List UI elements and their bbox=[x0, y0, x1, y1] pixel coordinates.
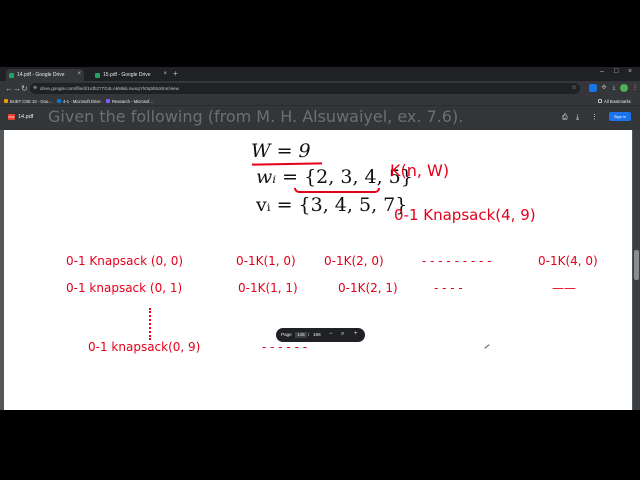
cell-0-0: 0-1 Knapsack (0, 0) bbox=[66, 254, 184, 268]
folder-icon bbox=[598, 99, 602, 103]
all-bookmarks-label: All Bookmarks bbox=[604, 98, 631, 104]
pdf-file-name: 14.pdf bbox=[18, 114, 34, 120]
reload-icon[interactable]: ↻ bbox=[21, 83, 28, 94]
site-info-icon[interactable]: ⊜ bbox=[33, 83, 37, 94]
page-zoom-control: Page 145 / 196 − ⌕ + bbox=[276, 328, 365, 342]
row-dashes: - - - - bbox=[434, 281, 463, 295]
page-heading-partial: Given the following (from M. H. Alsuwaiy… bbox=[48, 107, 464, 126]
cell-2-0: 0-1K(2, 0) bbox=[324, 254, 384, 268]
bracket-stroke bbox=[294, 188, 380, 193]
minimize-icon[interactable]: – bbox=[600, 68, 604, 75]
vertical-scrollbar[interactable] bbox=[633, 130, 640, 410]
bookmark-item[interactable]: BUET CSE 10 - Goo... bbox=[4, 97, 52, 105]
all-bookmarks[interactable]: All Bookmarks bbox=[598, 97, 631, 105]
forward-icon[interactable]: → bbox=[13, 83, 21, 94]
drive-icon bbox=[9, 72, 14, 78]
back-icon[interactable]: ← bbox=[5, 83, 13, 94]
close-window-icon[interactable]: × bbox=[628, 68, 632, 75]
page-separator: / bbox=[308, 332, 310, 337]
bookmark-favicon bbox=[106, 99, 110, 103]
browser-toolbar: ← → ↻ ⊜ drive.google.com/file/d/1rdh277G… bbox=[0, 81, 640, 96]
drive-icon bbox=[95, 72, 100, 78]
zoom-search-icon[interactable]: ⌕ bbox=[341, 331, 344, 337]
cell-0-1: 0-1 knapsack (0, 1) bbox=[66, 281, 183, 295]
cell-4-0: 0-1K(4, 0) bbox=[538, 254, 598, 268]
close-tab-icon[interactable]: × bbox=[77, 71, 81, 77]
download-icon[interactable]: ⤓ bbox=[610, 84, 618, 92]
download-icon[interactable]: ⤓ bbox=[576, 114, 579, 121]
tab-title: 14.pdf - Google Drive bbox=[17, 72, 65, 78]
row-dashes: - - - - - - bbox=[262, 340, 308, 354]
cell-1-1: 0-1K(1, 1) bbox=[238, 281, 298, 295]
vertical-ellipsis bbox=[149, 308, 151, 340]
bookmark-label: BUET CSE 10 - Goo... bbox=[10, 98, 52, 104]
row-dashes: - - - - - - - - - bbox=[422, 254, 492, 268]
page-label: Page bbox=[281, 332, 292, 337]
w-capacity-line: W = 9 bbox=[251, 140, 311, 162]
zoom-in-icon[interactable]: + bbox=[354, 331, 358, 337]
annotation-k-n-w: K(n, W) bbox=[390, 161, 450, 180]
page-number-input[interactable]: 145 bbox=[295, 332, 307, 338]
menu-icon[interactable]: ⋮ bbox=[631, 84, 639, 92]
row-dash-end: —— bbox=[552, 281, 576, 295]
weights-label: wᵢ = bbox=[256, 166, 305, 188]
extensions-puzzle-icon[interactable]: ✣ bbox=[600, 84, 608, 92]
tab-15pdf[interactable]: 15.pdf - Google Drive × bbox=[92, 69, 170, 81]
tab-strip: 14.pdf - Google Drive × 15.pdf - Google … bbox=[0, 67, 640, 81]
annotation-knapsack-4-9: 0-1 Knapsack(4, 9) bbox=[394, 206, 536, 224]
close-tab-icon[interactable]: × bbox=[163, 71, 167, 77]
screen: 14.pdf - Google Drive × 15.pdf - Google … bbox=[0, 0, 640, 480]
zoom-out-icon[interactable]: − bbox=[329, 331, 333, 337]
sign-in-button[interactable]: Sign in bbox=[609, 112, 631, 121]
bookmark-favicon bbox=[57, 99, 61, 103]
new-tab-button[interactable]: + bbox=[173, 69, 178, 79]
cell-2-1: 0-1K(2, 1) bbox=[338, 281, 398, 295]
pen-cursor bbox=[484, 344, 490, 349]
pdf-toolbar: Given the following (from M. H. Alsuwaiy… bbox=[0, 106, 640, 130]
cell-1-0: 0-1K(1, 0) bbox=[236, 254, 296, 268]
page-total: 196 bbox=[313, 332, 321, 337]
star-icon[interactable]: ☆ bbox=[570, 84, 578, 92]
address-bar[interactable]: ⊜ drive.google.com/file/d/1rdh277G4LAkMk… bbox=[30, 83, 580, 94]
bookmark-item[interactable]: 4-1 - Microsoft Drive bbox=[57, 97, 101, 105]
print-icon[interactable]: ⎙ bbox=[562, 114, 568, 121]
extension-icon[interactable] bbox=[589, 84, 597, 92]
bookmark-label: 4-1 - Microsoft Drive bbox=[63, 98, 101, 104]
browser-window: 14.pdf - Google Drive × 15.pdf - Google … bbox=[0, 67, 640, 410]
pdf-file-icon: PDF bbox=[8, 114, 15, 120]
bookmark-item[interactable]: Research - Microsof... bbox=[106, 97, 153, 105]
pdf-viewer: W = 9 wᵢ = {2, 3, 4, 5} vᵢ = {3, 4, 5, 7… bbox=[0, 130, 640, 410]
maximize-icon[interactable]: □ bbox=[614, 68, 618, 75]
tab-14pdf[interactable]: 14.pdf - Google Drive × bbox=[6, 69, 84, 81]
values-line: vᵢ = {3, 4, 5, 7} bbox=[256, 194, 408, 216]
url-text: drive.google.com/file/d/1rdh277G4LAkMkii… bbox=[40, 86, 179, 91]
cell-0-9: 0-1 knapsack(0, 9) bbox=[88, 340, 201, 354]
bookmark-label: Research - Microsof... bbox=[112, 98, 153, 104]
pdf-page: W = 9 wᵢ = {2, 3, 4, 5} vᵢ = {3, 4, 5, 7… bbox=[4, 130, 632, 410]
avatar[interactable] bbox=[620, 84, 628, 92]
scroll-thumb[interactable] bbox=[634, 250, 639, 280]
bookmark-favicon bbox=[4, 99, 8, 103]
bookmarks-bar: BUET CSE 10 - Goo... 4-1 - Microsoft Dri… bbox=[0, 96, 640, 106]
tab-title: 15.pdf - Google Drive bbox=[103, 72, 151, 78]
more-options-icon[interactable]: ⋮ bbox=[591, 114, 598, 121]
